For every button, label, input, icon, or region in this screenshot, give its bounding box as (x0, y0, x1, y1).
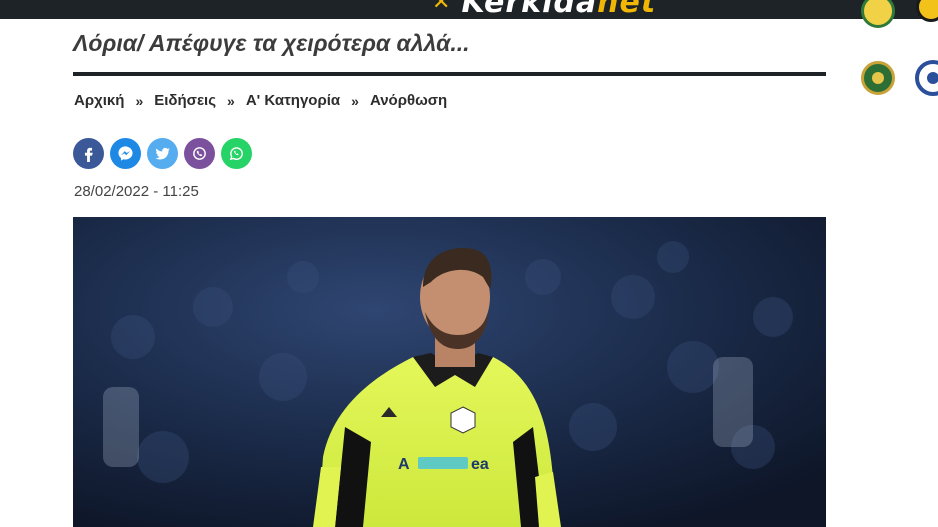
breadcrumb-home[interactable]: Αρχική (74, 92, 124, 109)
article-photo: A ea (73, 217, 826, 527)
site-logo[interactable]: ✕ Kerkida net (432, 0, 657, 19)
breadcrumb-separator: » (227, 92, 235, 109)
top-bar: ✕ Kerkida net (0, 0, 938, 19)
whatsapp-share-button[interactable] (221, 138, 252, 169)
twitter-share-button[interactable] (147, 138, 178, 169)
messenger-share-button[interactable] (110, 138, 141, 169)
breadcrumb-news[interactable]: Ειδήσεις (154, 92, 216, 109)
goalkeeper-photo-image: A ea (73, 217, 826, 527)
logo-text-secondary: net (597, 0, 657, 19)
share-buttons (73, 138, 252, 169)
breadcrumb: Αρχική » Ειδήσεις » Α' Κατηγορία » Ανόρθ… (74, 92, 447, 109)
title-divider (73, 72, 826, 76)
logo-mark-icon: ✕ (432, 0, 452, 15)
club-crest-icon[interactable] (861, 61, 895, 95)
svg-text:A: A (398, 456, 410, 473)
breadcrumb-category[interactable]: Α' Κατηγορία (246, 92, 340, 109)
breadcrumb-separator: » (135, 92, 144, 109)
messenger-icon (118, 146, 133, 161)
facebook-share-button[interactable] (73, 138, 104, 169)
facebook-icon (84, 147, 93, 162)
logo-text-primary: Kerkida (461, 0, 598, 19)
breadcrumb-team[interactable]: Ανόρθωση (370, 92, 447, 109)
club-crest-icon[interactable] (915, 60, 938, 96)
twitter-icon (155, 147, 170, 160)
viber-share-button[interactable] (184, 138, 215, 169)
whatsapp-icon (229, 147, 243, 161)
club-crest-icon[interactable] (861, 0, 895, 28)
jersey-sponsor-text: ea (471, 456, 489, 473)
breadcrumb-separator: » (351, 92, 359, 109)
article-title: Λόρια/ Απέφυγε τα χειρότερα αλλά... (73, 30, 470, 56)
viber-icon (193, 147, 206, 160)
article-date: 28/02/2022 - 11:25 (74, 183, 199, 200)
